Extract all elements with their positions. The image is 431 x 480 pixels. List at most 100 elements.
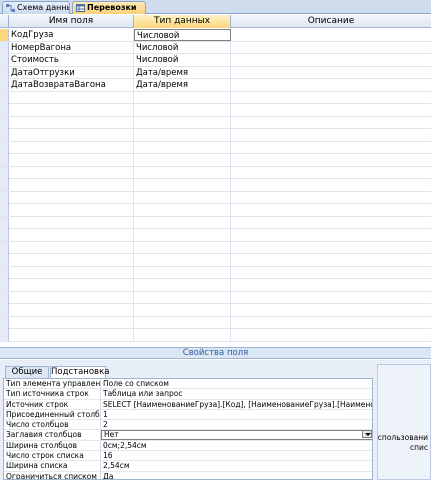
- row-selector[interactable]: [0, 291, 9, 304]
- field-name-cell[interactable]: [9, 154, 134, 166]
- description-cell[interactable]: [231, 192, 431, 204]
- property-row[interactable]: Тип элемента управления Поле со списком: [4, 379, 372, 390]
- table-row[interactable]: [0, 279, 431, 292]
- description-cell[interactable]: [231, 229, 431, 241]
- table-row[interactable]: [0, 191, 431, 204]
- field-name-cell[interactable]: [9, 104, 134, 116]
- description-cell[interactable]: [231, 317, 431, 329]
- data-type-cell[interactable]: [134, 266, 231, 279]
- description-cell[interactable]: [231, 29, 431, 41]
- table-row[interactable]: [0, 254, 431, 267]
- table-row[interactable]: [0, 229, 431, 242]
- data-type-cell[interactable]: [134, 104, 231, 116]
- tab-general[interactable]: Общие: [5, 366, 49, 378]
- data-type-cell[interactable]: Числовой: [134, 54, 231, 66]
- field-name-cell[interactable]: [9, 266, 134, 279]
- data-type-cell[interactable]: [134, 116, 231, 129]
- description-cell[interactable]: [231, 292, 431, 304]
- data-type-cell[interactable]: [134, 166, 231, 179]
- property-row[interactable]: Ширина столбцов 0см;2,54см: [4, 440, 372, 452]
- column-header-data-type[interactable]: Тип данных: [134, 15, 231, 28]
- description-cell[interactable]: [231, 179, 431, 191]
- table-row[interactable]: [0, 241, 431, 254]
- row-selector[interactable]: [0, 141, 9, 154]
- field-name-cell[interactable]: [9, 241, 134, 254]
- table-row[interactable]: [0, 291, 431, 304]
- row-selector[interactable]: [0, 216, 9, 229]
- row-selector[interactable]: [0, 316, 9, 329]
- field-name-cell[interactable]: [9, 129, 134, 141]
- row-selector[interactable]: [0, 166, 9, 179]
- description-cell[interactable]: [231, 242, 431, 254]
- field-name-cell[interactable]: ДатаОтгрузки: [9, 66, 134, 79]
- field-name-cell[interactable]: КодГруза: [9, 29, 134, 41]
- description-cell[interactable]: [231, 129, 431, 141]
- column-header-field-name[interactable]: Имя поля: [9, 15, 134, 28]
- description-cell[interactable]: [231, 117, 431, 129]
- row-selector-header[interactable]: [0, 15, 9, 28]
- data-type-cell[interactable]: [134, 329, 231, 341]
- field-name-cell[interactable]: ДатаВозвратаВагона: [9, 79, 134, 91]
- description-cell[interactable]: [231, 254, 431, 266]
- description-cell[interactable]: [231, 104, 431, 116]
- data-type-cell[interactable]: [134, 254, 231, 266]
- field-name-cell[interactable]: [9, 279, 134, 291]
- property-row[interactable]: Число столбцов 2: [4, 420, 372, 431]
- property-row[interactable]: Присоединенный столбец 1: [4, 409, 372, 421]
- table-row[interactable]: [0, 141, 431, 154]
- data-type-cell[interactable]: [134, 141, 231, 154]
- table-row[interactable]: [0, 266, 431, 279]
- description-cell[interactable]: [231, 142, 431, 154]
- field-name-cell[interactable]: [9, 179, 134, 191]
- row-selector[interactable]: [0, 241, 9, 254]
- table-row[interactable]: [0, 179, 431, 192]
- row-selector[interactable]: [0, 229, 9, 241]
- row-selector[interactable]: [0, 266, 9, 279]
- field-name-cell[interactable]: Стоимость: [9, 54, 134, 66]
- row-selector[interactable]: [0, 116, 9, 129]
- row-selector[interactable]: [0, 304, 9, 316]
- row-selector[interactable]: [0, 279, 9, 291]
- description-cell[interactable]: [231, 329, 431, 341]
- row-selector[interactable]: [0, 254, 9, 266]
- description-cell[interactable]: [231, 79, 431, 91]
- table-row[interactable]: НомерВагона Числовой: [0, 41, 431, 54]
- table-row[interactable]: [0, 129, 431, 142]
- table-row[interactable]: ДатаВозвратаВагона Дата/время: [0, 79, 431, 92]
- data-type-cell[interactable]: [134, 191, 231, 204]
- data-type-cell[interactable]: Числовой: [134, 41, 231, 54]
- table-row[interactable]: Стоимость Числовой: [0, 54, 431, 67]
- data-type-cell[interactable]: [134, 291, 231, 304]
- field-name-cell[interactable]: [9, 316, 134, 329]
- description-cell[interactable]: [231, 92, 431, 104]
- data-type-cell[interactable]: [134, 279, 231, 291]
- tab-perevozki[interactable]: Перевозки: [72, 1, 146, 14]
- table-row[interactable]: [0, 329, 431, 342]
- table-row[interactable]: ДатаОтгрузки Дата/время: [0, 66, 431, 79]
- row-selector[interactable]: [0, 204, 9, 216]
- data-type-cell[interactable]: [134, 204, 231, 216]
- property-value[interactable]: SELECT [НаименованиеГруза].[Код], [Наиме…: [101, 400, 372, 410]
- property-value[interactable]: 0см;2,54см: [101, 441, 372, 451]
- row-selector[interactable]: [0, 129, 9, 141]
- property-value[interactable]: 2,54см: [101, 461, 372, 471]
- field-name-cell[interactable]: [9, 204, 134, 216]
- data-type-cell[interactable]: [134, 91, 231, 104]
- property-row[interactable]: Источник строк SELECT [НаименованиеГруза]…: [4, 399, 372, 410]
- data-type-cell[interactable]: [134, 129, 231, 141]
- field-name-cell[interactable]: [9, 166, 134, 179]
- property-value[interactable]: 2: [101, 420, 372, 430]
- property-row[interactable]: Тип источника строк Таблица или запрос: [4, 389, 372, 400]
- field-name-cell[interactable]: [9, 254, 134, 266]
- property-row[interactable]: Ограничиться списком Да: [4, 471, 372, 479]
- data-type-cell[interactable]: [134, 216, 231, 229]
- row-selector[interactable]: [0, 79, 9, 91]
- property-value[interactable]: Да: [101, 472, 372, 479]
- property-row[interactable]: Заглавия столбцов Нет: [4, 430, 372, 441]
- tab-schema[interactable]: Схема данных: [2, 1, 70, 14]
- table-row[interactable]: КодГруза Числовой: [0, 29, 431, 42]
- field-name-cell[interactable]: НомерВагона: [9, 41, 134, 54]
- description-cell[interactable]: [231, 217, 431, 229]
- property-row[interactable]: Число строк списка 16: [4, 451, 372, 462]
- data-type-cell[interactable]: Дата/время: [134, 66, 231, 79]
